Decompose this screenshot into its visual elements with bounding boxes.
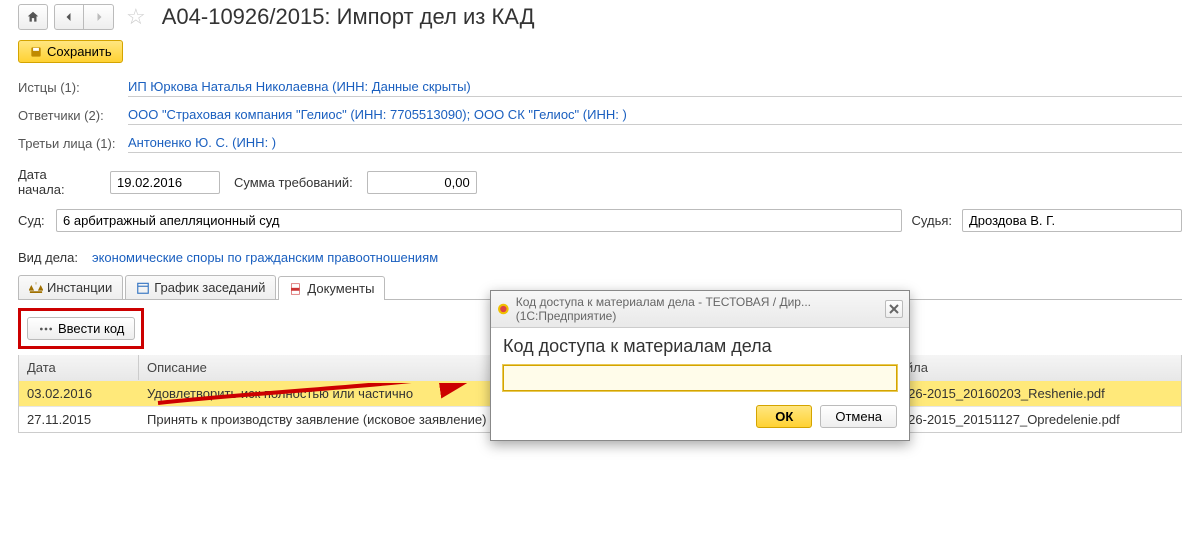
defendants-value[interactable]: ООО "Страховая компания "Гелиос" (ИНН: 7… xyxy=(128,105,1182,125)
thirds-value[interactable]: Антоненко Ю. С. (ИНН: ) xyxy=(128,133,1182,153)
back-button[interactable] xyxy=(54,4,84,30)
arrow-right-icon xyxy=(93,11,105,23)
dialog-heading: Код доступа к материалам дела xyxy=(503,336,897,357)
start-date-input[interactable] xyxy=(110,171,220,194)
start-date-label: Дата начала: xyxy=(18,167,96,197)
cell-date: 27.11.2015 xyxy=(19,407,139,432)
code-icon xyxy=(38,324,54,334)
court-input[interactable] xyxy=(56,209,902,232)
enter-code-highlight: Ввести код xyxy=(18,308,144,349)
judge-input[interactable] xyxy=(962,209,1182,232)
pdf-icon xyxy=(289,282,303,296)
page-title: А04-10926/2015: Импорт дел из КАД xyxy=(162,4,535,30)
case-type-link[interactable]: экономические споры по гражданским право… xyxy=(92,250,438,265)
tab-schedule-label: График заседаний xyxy=(154,280,265,295)
tab-documents[interactable]: Документы xyxy=(278,276,385,300)
app-1c-icon xyxy=(497,302,510,316)
judge-label: Судья: xyxy=(912,213,952,228)
save-button[interactable]: Сохранить xyxy=(18,40,123,63)
close-icon xyxy=(889,304,899,314)
dialog-ok-button[interactable]: ОК xyxy=(756,405,812,428)
tab-instances[interactable]: Инстанции xyxy=(18,275,123,299)
tab-instances-label: Инстанции xyxy=(47,280,112,295)
dialog-window-title: Код доступа к материалам дела - ТЕСТОВАЯ… xyxy=(516,295,879,323)
th-date[interactable]: Дата xyxy=(19,355,139,380)
thirds-label: Третьи лица (1): xyxy=(18,136,118,151)
home-icon xyxy=(26,10,40,24)
defendants-label: Ответчики (2): xyxy=(18,108,118,123)
home-button[interactable] xyxy=(18,4,48,30)
court-label: Суд: xyxy=(18,213,46,228)
plaintiffs-label: Истцы (1): xyxy=(18,80,118,95)
save-icon xyxy=(29,45,43,59)
cell-date: 03.02.2016 xyxy=(19,381,139,406)
ok-label: ОК xyxy=(775,409,793,424)
forward-button[interactable] xyxy=(84,4,114,30)
sum-input[interactable] xyxy=(367,171,477,194)
calendar-icon xyxy=(136,281,150,295)
favorite-star-icon[interactable]: ☆ xyxy=(120,4,152,30)
access-code-input[interactable] xyxy=(503,365,897,391)
case-type-label: Вид дела: xyxy=(18,250,78,265)
sum-label: Сумма требований: xyxy=(234,175,353,190)
tab-schedule[interactable]: График заседаний xyxy=(125,275,276,299)
scales-icon xyxy=(29,281,43,295)
dialog-cancel-button[interactable]: Отмена xyxy=(820,405,897,428)
dialog-close-button[interactable] xyxy=(885,300,903,318)
cancel-label: Отмена xyxy=(835,409,882,424)
plaintiffs-value[interactable]: ИП Юркова Наталья Николаевна (ИНН: Данны… xyxy=(128,77,1182,97)
tab-documents-label: Документы xyxy=(307,281,374,296)
access-code-dialog: Код доступа к материалам дела - ТЕСТОВАЯ… xyxy=(490,290,910,441)
save-label: Сохранить xyxy=(47,44,112,59)
arrow-left-icon xyxy=(63,11,75,23)
enter-code-label: Ввести код xyxy=(58,321,124,336)
enter-code-button[interactable]: Ввести код xyxy=(27,317,135,340)
